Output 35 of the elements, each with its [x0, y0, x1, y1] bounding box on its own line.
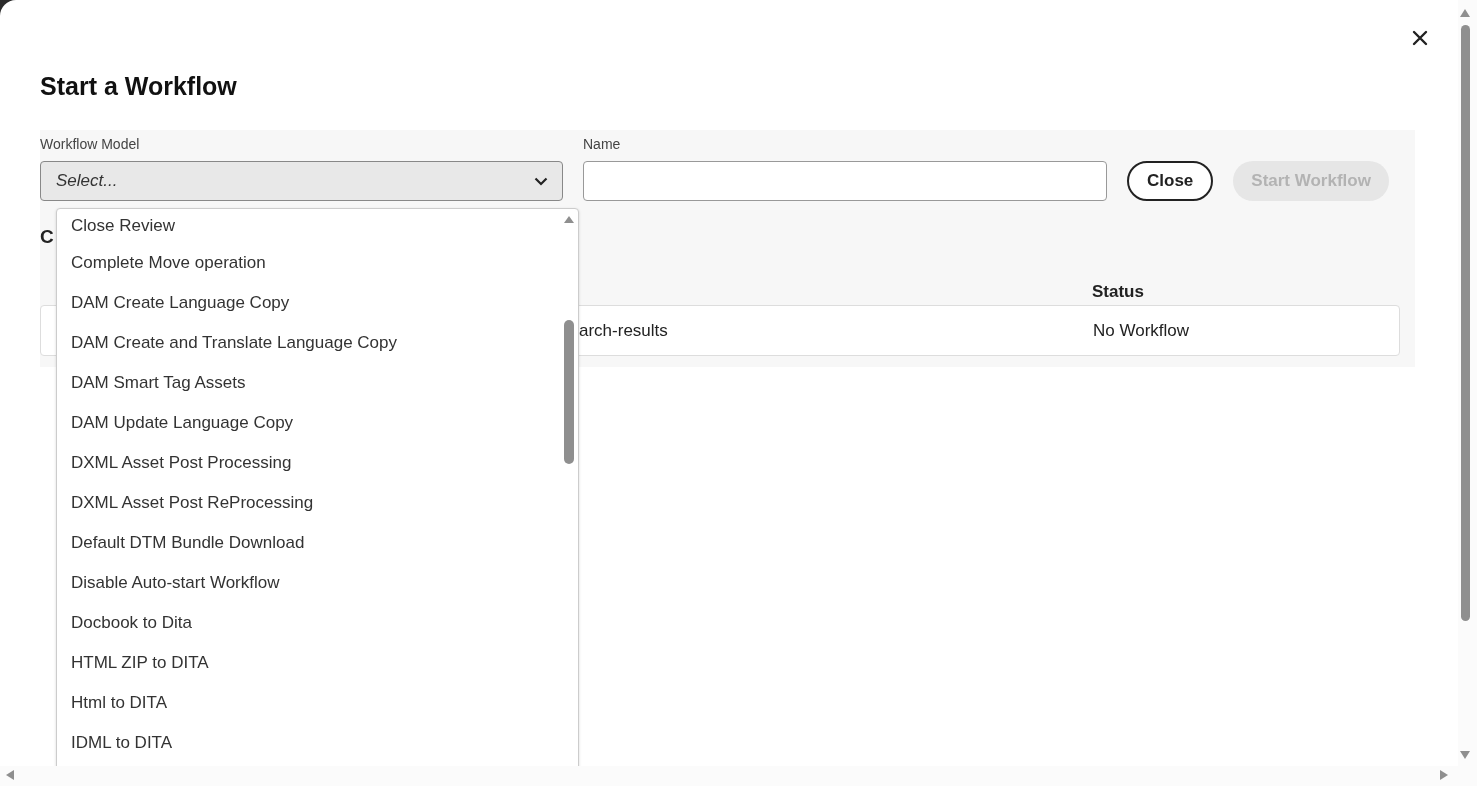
dropdown-option[interactable]: Close Review: [57, 209, 578, 246]
dropdown-option[interactable]: DXML Asset Post ReProcessing: [57, 486, 578, 526]
dropdown-option[interactable]: DAM Create and Translate Language Copy: [57, 326, 578, 366]
scroll-right-icon[interactable]: [1439, 769, 1449, 781]
dropdown-option[interactable]: Html to DITA: [57, 686, 578, 726]
dropdown-option[interactable]: Complete Move operation: [57, 246, 578, 286]
dropdown-option[interactable]: Disable Auto-start Workflow: [57, 566, 578, 606]
dropdown-option[interactable]: Default DTM Bundle Download: [57, 526, 578, 566]
column-header: Status: [1092, 282, 1145, 302]
dropdown-option[interactable]: Docbook to Dita: [57, 606, 578, 646]
close-icon[interactable]: [1412, 30, 1428, 46]
scrollbar-thumb[interactable]: [564, 320, 574, 464]
field-label: Workflow Model: [40, 136, 141, 152]
field-label: Name: [583, 136, 622, 152]
close-button[interactable]: Close: [1127, 161, 1214, 201]
chevron-down-icon: [534, 176, 548, 186]
horizontal-scrollbar[interactable]: [0, 766, 1477, 786]
scroll-up-icon[interactable]: [563, 215, 575, 224]
dropdown-option[interactable]: DAM Create Language Copy: [57, 286, 578, 326]
dropdown-option[interactable]: DXML Asset Post Processing: [57, 446, 578, 486]
scroll-down-icon[interactable]: [1459, 750, 1471, 760]
select-placeholder: Select...: [56, 171, 118, 191]
table-cell-text: arch-results: [579, 320, 669, 341]
workflow-model-select[interactable]: Select...: [40, 161, 563, 201]
dropdown-option[interactable]: DAM Smart Tag Assets: [57, 366, 578, 406]
dropdown-option[interactable]: DAM Update Language Copy: [57, 406, 578, 446]
status-cell-text: No Workflow: [1093, 320, 1191, 341]
section-heading: C: [40, 226, 54, 248]
scroll-left-icon[interactable]: [5, 769, 15, 781]
dropdown-option[interactable]: IDML to DITA: [57, 726, 578, 766]
dialog-title: Start a Workflow: [40, 71, 237, 100]
dropdown-option[interactable]: HTML ZIP to DITA: [57, 646, 578, 686]
name-input-field[interactable]: [583, 161, 1107, 201]
scroll-up-icon[interactable]: [1459, 8, 1471, 18]
scrollbar-thumb[interactable]: [1461, 25, 1470, 621]
